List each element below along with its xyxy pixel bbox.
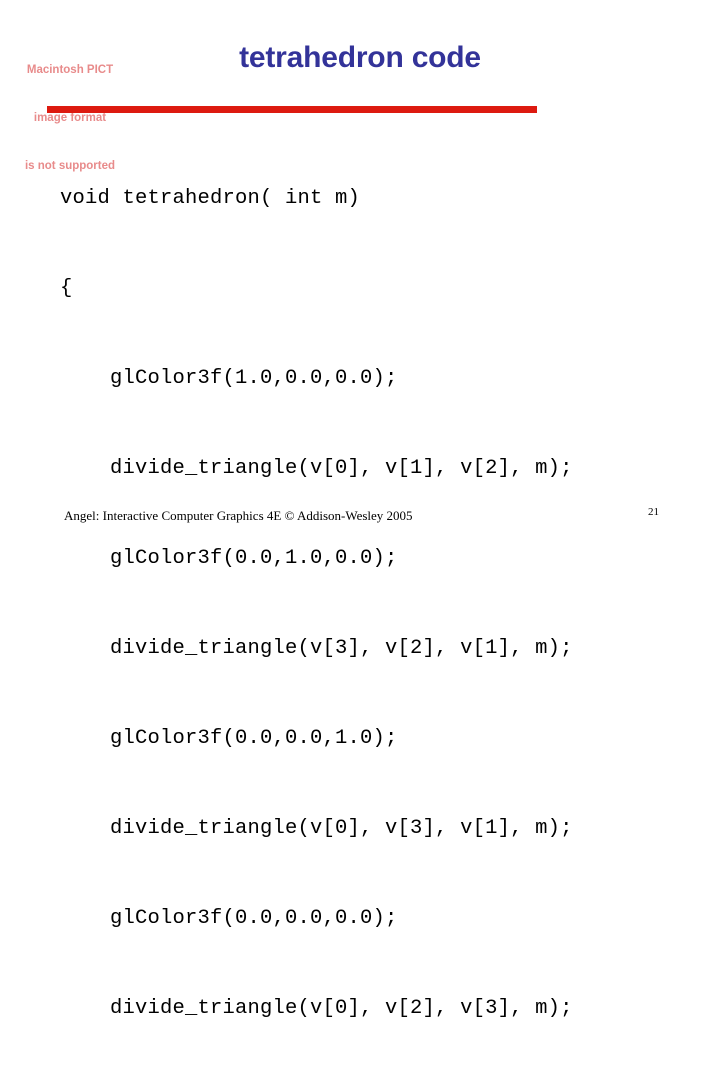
code-line: glColor3f(0.0,1.0,0.0); (60, 547, 398, 570)
code-line: glColor3f(0.0,0.0,1.0); (60, 727, 398, 750)
code-line: glColor3f(0.0,0.0,0.0); (60, 907, 398, 930)
code-line: divide_triangle(v[3], v[2], v[1], m); (60, 637, 573, 660)
slide-page-number: 21 (648, 506, 659, 518)
pict-placeholder-line-1: Macintosh PICT (26, 64, 114, 76)
slide-canvas: Macintosh PICT image format is not suppo… (0, 0, 720, 1020)
code-line: { (60, 277, 73, 300)
code-line: divide_triangle(v[0], v[3], v[1], m); (60, 817, 573, 840)
slide-title: tetrahedron code (239, 41, 481, 74)
title-underline-rule (47, 106, 537, 113)
pict-image-placeholder: Macintosh PICT image format is not suppo… (8, 30, 132, 172)
code-line: divide_triangle(v[0], v[2], v[3], m); (60, 997, 573, 1020)
code-line: divide_triangle(v[0], v[1], v[2], m); (60, 457, 573, 480)
footer-credit: Angel: Interactive Computer Graphics 4E … (64, 508, 413, 523)
code-listing: void tetrahedron( int m) { glColor3f(1.0… (60, 124, 700, 1080)
code-line: void tetrahedron( int m) (60, 187, 361, 210)
code-line: glColor3f(1.0,0.0,0.0); (60, 367, 398, 390)
